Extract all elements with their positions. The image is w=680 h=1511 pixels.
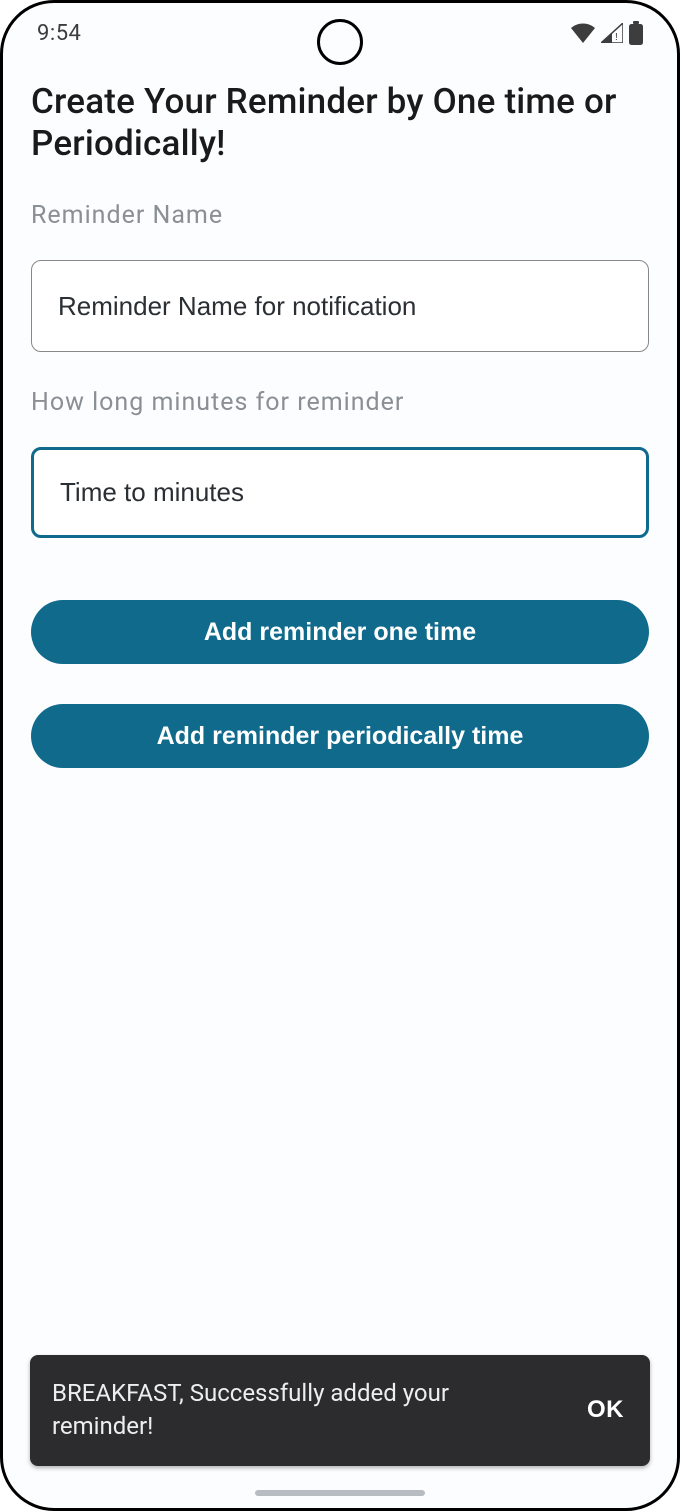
- page-title: Create Your Reminder by One time or Peri…: [31, 81, 649, 165]
- reminder-name-input[interactable]: [31, 260, 649, 352]
- minutes-input[interactable]: [31, 447, 649, 538]
- reminder-name-label: Reminder Name: [31, 201, 649, 230]
- battery-icon: [629, 21, 643, 45]
- add-one-time-button[interactable]: Add reminder one time: [31, 600, 649, 664]
- add-periodic-button[interactable]: Add reminder periodically time: [31, 704, 649, 768]
- device-frame: 9:54 ! Create Your Reminder by One tim: [0, 0, 680, 1511]
- content-area: Create Your Reminder by One time or Peri…: [3, 81, 677, 768]
- cellular-signal-icon: !: [601, 23, 623, 43]
- snackbar: BREAKFAST, Successfully added your remin…: [30, 1355, 650, 1466]
- snackbar-message: BREAKFAST, Successfully added your remin…: [52, 1377, 512, 1444]
- svg-text:!: !: [615, 32, 618, 43]
- status-time: 9:54: [37, 21, 81, 46]
- minutes-label: How long minutes for reminder: [31, 388, 649, 417]
- status-icons: !: [571, 21, 643, 45]
- snackbar-ok-button[interactable]: OK: [583, 1388, 628, 1432]
- home-indicator[interactable]: [255, 1490, 425, 1496]
- wifi-icon: [571, 23, 595, 43]
- camera-cutout: [317, 19, 363, 65]
